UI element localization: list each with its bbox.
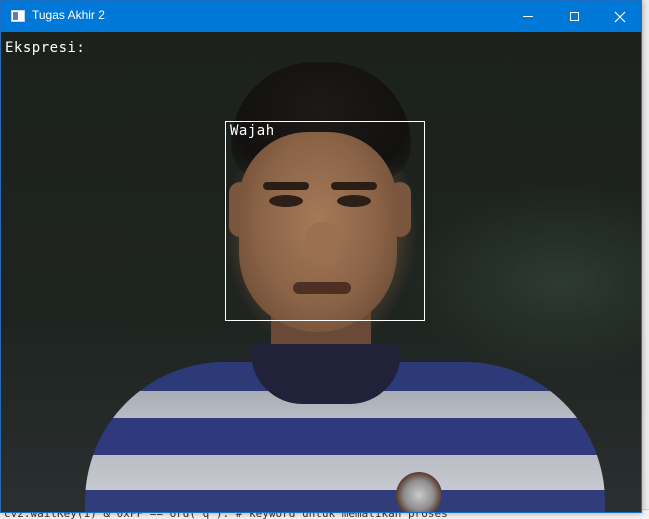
camera-subject-collar — [251, 344, 401, 404]
face-detection-label: Wajah — [230, 123, 275, 139]
minimize-icon — [523, 16, 533, 17]
window-app-icon[interactable] — [11, 10, 25, 22]
close-icon — [614, 11, 626, 22]
title-bar[interactable]: Tugas Akhir 2 — [1, 1, 641, 32]
shirt-emblem — [396, 472, 442, 512]
camera-feed: Ekspresi: Wajah — [1, 32, 641, 512]
maximize-icon — [569, 12, 579, 21]
minimize-button[interactable] — [505, 1, 551, 32]
face-detection-box: Wajah — [225, 121, 425, 321]
expression-label: Ekspresi: — [5, 40, 86, 56]
window-title: Tugas Akhir 2 — [32, 8, 105, 22]
maximize-button[interactable] — [551, 1, 597, 32]
close-button[interactable] — [597, 1, 643, 32]
app-window: Tugas Akhir 2 Ekspresi: Wajah — [0, 0, 642, 513]
